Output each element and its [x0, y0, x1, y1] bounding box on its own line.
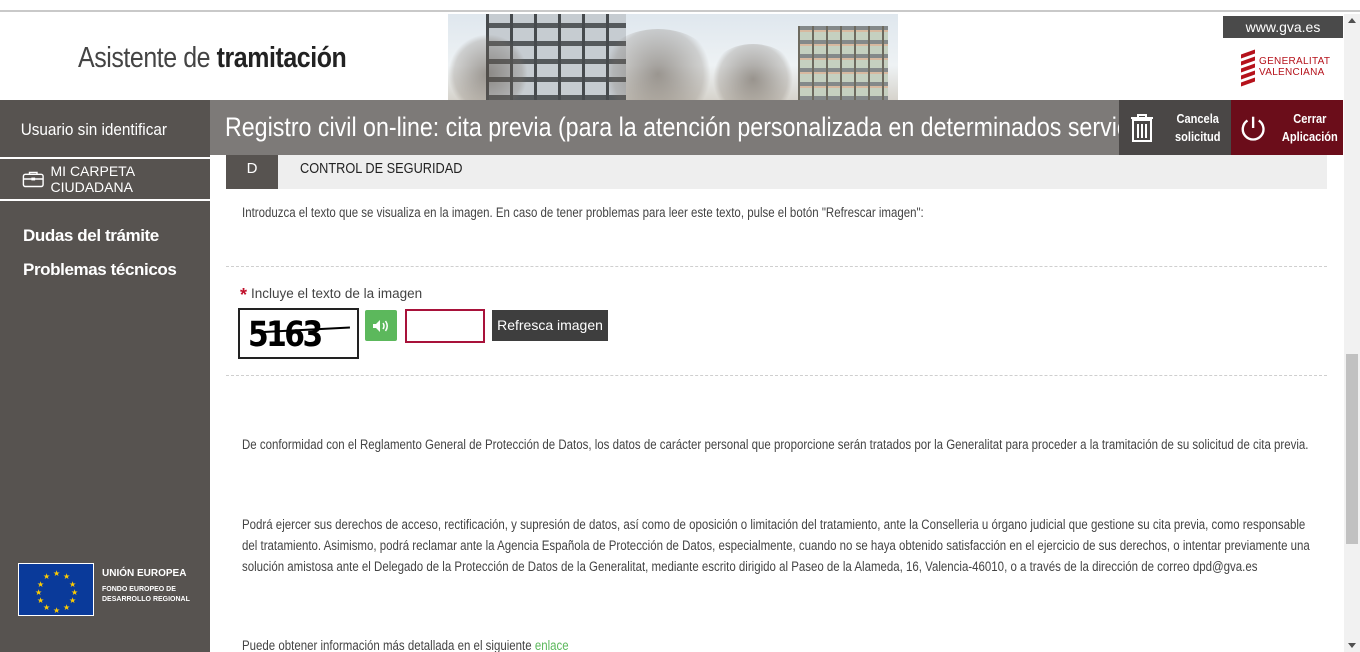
scroll-up-icon[interactable] [1348, 18, 1356, 23]
close-app-label: Cerrar Aplicación [1282, 110, 1339, 144]
sidebar-item-dudas[interactable]: Dudas del trámite [23, 226, 176, 246]
legal-paragraph-2: Podrá ejercer sus derechos de acceso, re… [242, 517, 1310, 574]
gva-site-link[interactable]: www.gva.es [1223, 16, 1343, 38]
page-title: Registro civil on-line: cita previa (par… [225, 112, 1166, 142]
page-title-bar: Registro civil on-line: cita previa (par… [210, 100, 1166, 155]
generalitat-mark-icon [1241, 49, 1255, 87]
mi-carpeta-label: MI CARPETA CIUDADANA [50, 163, 135, 195]
captcha-instructions: Introduzca el texto que se visualiza en … [242, 205, 924, 220]
sidebar-item-problemas[interactable]: Problemas técnicos [23, 260, 177, 280]
building-right [798, 26, 888, 100]
required-marker: * [240, 285, 248, 305]
mi-carpeta-link[interactable]: MI CARPETA CIUDADANA [0, 157, 210, 201]
section-header: D CONTROL DE SEGURIDAD [226, 155, 1327, 189]
generalitat-logo-text: GENERALITAT VALENCIANA [1259, 56, 1331, 78]
briefcase-icon [22, 171, 44, 188]
sidebar: Usuario sin identificar MI CARPETA CIUDA… [0, 100, 210, 652]
captcha-image: 5163 [238, 308, 359, 359]
power-icon [1241, 116, 1265, 141]
main-content: D CONTROL DE SEGURIDAD Introduzca el tex… [210, 155, 1344, 652]
header-banner-image [448, 14, 898, 100]
vertical-scrollbar[interactable] [1344, 14, 1360, 652]
audio-captcha-button[interactable] [365, 310, 397, 341]
captcha-field-label: * Incluye el texto de la imagen [240, 285, 423, 305]
generalitat-logo[interactable]: GENERALITAT VALENCIANA [1241, 49, 1331, 87]
legal-paragraph-1: De conformidad con el Reglamento General… [242, 437, 1309, 452]
tree [708, 44, 798, 100]
user-status: Usuario sin identificar [20, 120, 167, 139]
refresh-image-button[interactable]: Refresca imagen [492, 310, 608, 341]
legal-paragraph-3: Puede obtener información más detallada … [242, 638, 569, 652]
sidebar-links: Dudas del trámite Problemas técnicos [23, 226, 177, 294]
eu-funding-logo: ★ ★ ★ ★ ★ ★ ★ ★ ★ ★ ★ ★ UNIÓN EUROPEA FO… [18, 563, 190, 616]
brand-prefix: Asistente de [78, 42, 211, 74]
divider [226, 266, 1327, 267]
cancel-request-button[interactable]: Cancela solicitud [1119, 100, 1231, 155]
more-info-link[interactable]: enlace [535, 638, 569, 652]
section-title: CONTROL DE SEGURIDAD [300, 160, 463, 177]
header: Asistente de tramitación www.gva.es GENE… [0, 14, 1344, 100]
scroll-down-icon[interactable] [1348, 643, 1356, 648]
speaker-icon [373, 319, 388, 332]
trash-icon [1131, 113, 1153, 142]
eu-flag-icon: ★ ★ ★ ★ ★ ★ ★ ★ ★ ★ ★ ★ [18, 563, 94, 616]
eu-text: UNIÓN EUROPEA FONDO EUROPEO DE DESARROLL… [102, 568, 190, 603]
divider [226, 375, 1327, 376]
section-letter: D [226, 155, 278, 189]
brand-bold: tramitación [216, 42, 347, 74]
captcha-input[interactable] [405, 309, 485, 343]
cancel-request-label: Cancela solicitud [1175, 110, 1221, 144]
top-border [0, 0, 1360, 12]
app-brand: Asistente de tramitación [78, 42, 347, 75]
close-app-button[interactable]: Cerrar Aplicación [1231, 100, 1343, 155]
captcha-text: 5163 [248, 315, 323, 355]
scrollbar-thumb[interactable] [1346, 354, 1358, 544]
